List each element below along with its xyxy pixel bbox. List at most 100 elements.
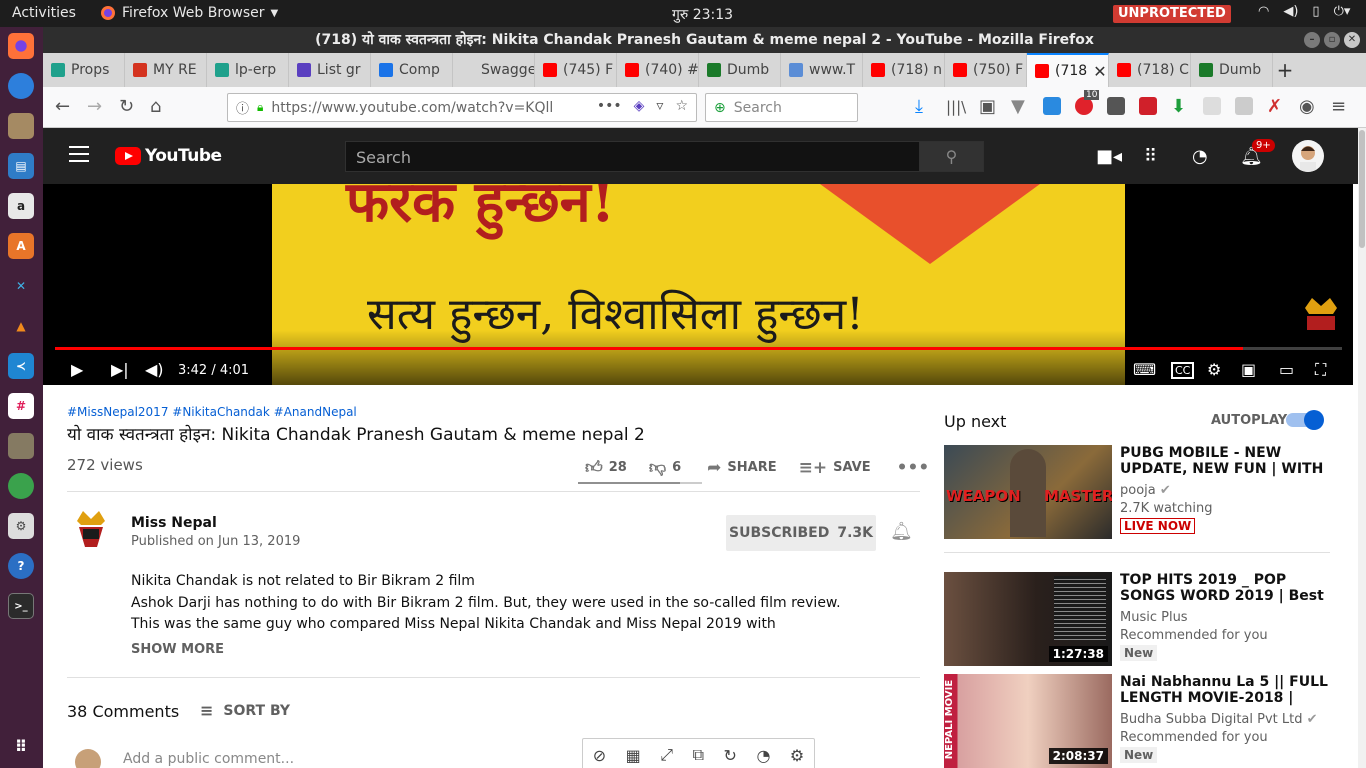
next-icon[interactable]: ▶| (111, 360, 129, 379)
youtube-search-input[interactable]: Search (345, 141, 921, 172)
back-icon[interactable]: ← (55, 96, 70, 117)
vlc-icon[interactable]: ▲ (8, 313, 34, 339)
subscribe-button[interactable]: SUBSCRIBED 7.3K (726, 515, 876, 551)
files-icon[interactable] (8, 113, 34, 139)
page-actions-icon[interactable]: ••• (597, 98, 622, 114)
browser-tab[interactable]: (750) F (945, 53, 1027, 87)
browser-tab[interactable]: (740) # (617, 53, 699, 87)
browser-tab[interactable]: Dumb (1191, 53, 1273, 87)
scrollbar-thumb[interactable] (1359, 130, 1365, 248)
browser-tab[interactable]: MY RE (125, 53, 207, 87)
browser-tab[interactable]: (745) F (535, 53, 617, 87)
maximize-icon[interactable]: ▫ (1324, 32, 1340, 48)
fullscreen-icon[interactable]: ⛶ (1315, 360, 1326, 380)
system-tray[interactable]: ◠ ◀) ▯ ⏻▾ (1258, 4, 1350, 19)
amazon-icon[interactable]: a (8, 193, 34, 219)
browser-tab[interactable]: (718) n (863, 53, 945, 87)
settings-icon[interactable]: ⚙ (790, 746, 804, 765)
info-icon[interactable]: ⓘ (236, 98, 249, 117)
youtube-search-button[interactable]: ⚲ (919, 141, 984, 172)
bookmark-star-icon[interactable]: ☆ (675, 98, 688, 114)
autoplay-toggle[interactable] (1286, 410, 1324, 430)
browser-tab[interactable]: lp-erp (207, 53, 289, 87)
show-more-button[interactable]: SHOW MORE (131, 642, 224, 657)
copy-icon[interactable]: ⧉ (693, 745, 704, 765)
share-button[interactable]: ➦ SHARE (707, 457, 776, 478)
browser-tab[interactable]: (718 ✕ (1027, 53, 1109, 87)
channel-watermark-icon[interactable] (1303, 294, 1339, 332)
create-video-icon[interactable]: ■◂ (1096, 146, 1122, 167)
extension-tools-icon[interactable]: ✗ (1267, 96, 1282, 117)
notification-bell-icon[interactable]: 🔔︎ (890, 521, 913, 542)
software-icon[interactable]: A (8, 233, 34, 259)
app-menu[interactable]: Firefox Web Browser ▼ (100, 5, 278, 21)
video-thumbnail[interactable]: 1:27:38 (944, 572, 1112, 666)
browser-tab[interactable]: (718) C (1109, 53, 1191, 87)
pocket-icon[interactable]: ▿ (656, 98, 663, 114)
play-icon[interactable]: ▶ (71, 360, 83, 379)
channel-avatar[interactable] (67, 507, 115, 555)
thunderbird-icon[interactable] (8, 73, 34, 99)
shield-icon[interactable]: ▼ (1011, 96, 1025, 117)
extension-grid-icon[interactable] (1203, 97, 1221, 115)
volume-icon[interactable]: ◀) (145, 360, 164, 379)
help-icon[interactable]: ? (8, 553, 34, 579)
recommended-video[interactable]: 1:27:38 TOP HITS 2019 _ POP SONGS WORD 2… (944, 572, 1330, 667)
progress-bar[interactable] (55, 347, 1342, 350)
close-tab-icon[interactable]: ✕ (1093, 62, 1106, 81)
settings-icon[interactable]: ⚙ (8, 513, 34, 539)
tools-icon[interactable]: ✕ (8, 273, 34, 299)
captions-icon[interactable]: CC (1171, 362, 1195, 379)
refresh-icon[interactable]: ↻ (724, 746, 737, 765)
apps-grid-icon[interactable]: ⠿ (8, 733, 34, 759)
extension-cors-icon[interactable] (1235, 97, 1253, 115)
forward-icon[interactable]: → (87, 96, 102, 117)
download-icon[interactable]: ⤓ (915, 96, 923, 117)
save-button[interactable]: ≡+ SAVE (799, 457, 871, 478)
browser-tab[interactable]: www.T (781, 53, 863, 87)
recommended-video[interactable]: NEPALI MOVIE 2:08:37 Nai Nabhannu La 5 |… (944, 674, 1330, 768)
sort-by-button[interactable]: ≡ SORT BY (200, 701, 290, 720)
recommended-video[interactable]: WEAPON MASTER PUBG MOBILE - NEW UPDATE, … (944, 445, 1330, 540)
recommended-title[interactable]: Nai Nabhannu La 5 || FULL LENGTH MOVIE-2… (1120, 674, 1330, 706)
video-thumbnail[interactable]: WEAPON MASTER (944, 445, 1112, 539)
url-bar[interactable]: ⓘ 🔒︎ https://www.youtube.com/watch?v=KQl… (227, 93, 697, 122)
search-bar[interactable]: ⊕ Search (705, 93, 858, 122)
browser-tab[interactable]: Dumb (699, 53, 781, 87)
block-icon[interactable]: ⊘ (593, 746, 606, 765)
browser-tab[interactable]: Comp (371, 53, 453, 87)
extension-ft-icon[interactable] (1043, 97, 1061, 115)
extension-pen-icon[interactable] (1139, 97, 1157, 115)
extension-icon[interactable]: ◈ (634, 98, 645, 114)
hashtags[interactable]: #MissNepal2017 #NikitaChandak #AnandNepa… (67, 405, 357, 419)
avatar[interactable] (1292, 140, 1324, 172)
video-player[interactable]: फरक हुन्छन! सत्य हुन्छन, विश्वासिला हुन्… (43, 184, 1353, 385)
sidebar-icon[interactable]: ▣ (979, 96, 996, 117)
youtube-logo[interactable]: YouTube (115, 146, 222, 166)
url-text[interactable]: https://www.youtube.com/watch?v=KQll (271, 100, 553, 116)
channel-name[interactable]: Miss Nepal (131, 515, 217, 531)
keyboard-icon[interactable]: ⌨ (1133, 360, 1156, 379)
recommended-title[interactable]: PUBG MOBILE - NEW UPDATE, NEW FUN | WITH (1120, 445, 1330, 477)
expand-icon[interactable]: ⤢ (660, 745, 673, 765)
theater-mode-icon[interactable]: ▭ (1279, 360, 1294, 379)
add-comment-input[interactable]: Add a public comment... (123, 751, 294, 767)
more-actions-button[interactable]: ••• (897, 457, 930, 478)
browser-tab[interactable]: List gr (289, 53, 371, 87)
settings-icon[interactable]: ⚙ (1207, 360, 1221, 379)
speed-icon[interactable]: ◔ (756, 746, 770, 765)
film-icon[interactable]: ▦ (626, 746, 641, 765)
unprotected-badge[interactable]: UNPROTECTED (1113, 5, 1231, 23)
extension-camera-icon[interactable] (1107, 97, 1125, 115)
minimize-icon[interactable]: – (1304, 32, 1320, 48)
new-tab-button[interactable]: + (1273, 53, 1297, 87)
extension-download-icon[interactable]: ⬇ (1171, 96, 1186, 117)
video-thumbnail[interactable]: NEPALI MOVIE 2:08:37 (944, 674, 1112, 768)
dislike-button[interactable]: 👎︎ 6 (649, 457, 681, 478)
slack-icon[interactable]: # (8, 393, 34, 419)
recommended-title[interactable]: TOP HITS 2019 _ POP SONGS WORD 2019 | Be… (1120, 572, 1330, 604)
messages-icon[interactable]: ◔ (1192, 146, 1208, 167)
firefox-icon[interactable] (8, 33, 34, 59)
account-icon[interactable]: ◉ (1299, 96, 1315, 117)
library-icon[interactable]: |||\ (946, 98, 966, 116)
